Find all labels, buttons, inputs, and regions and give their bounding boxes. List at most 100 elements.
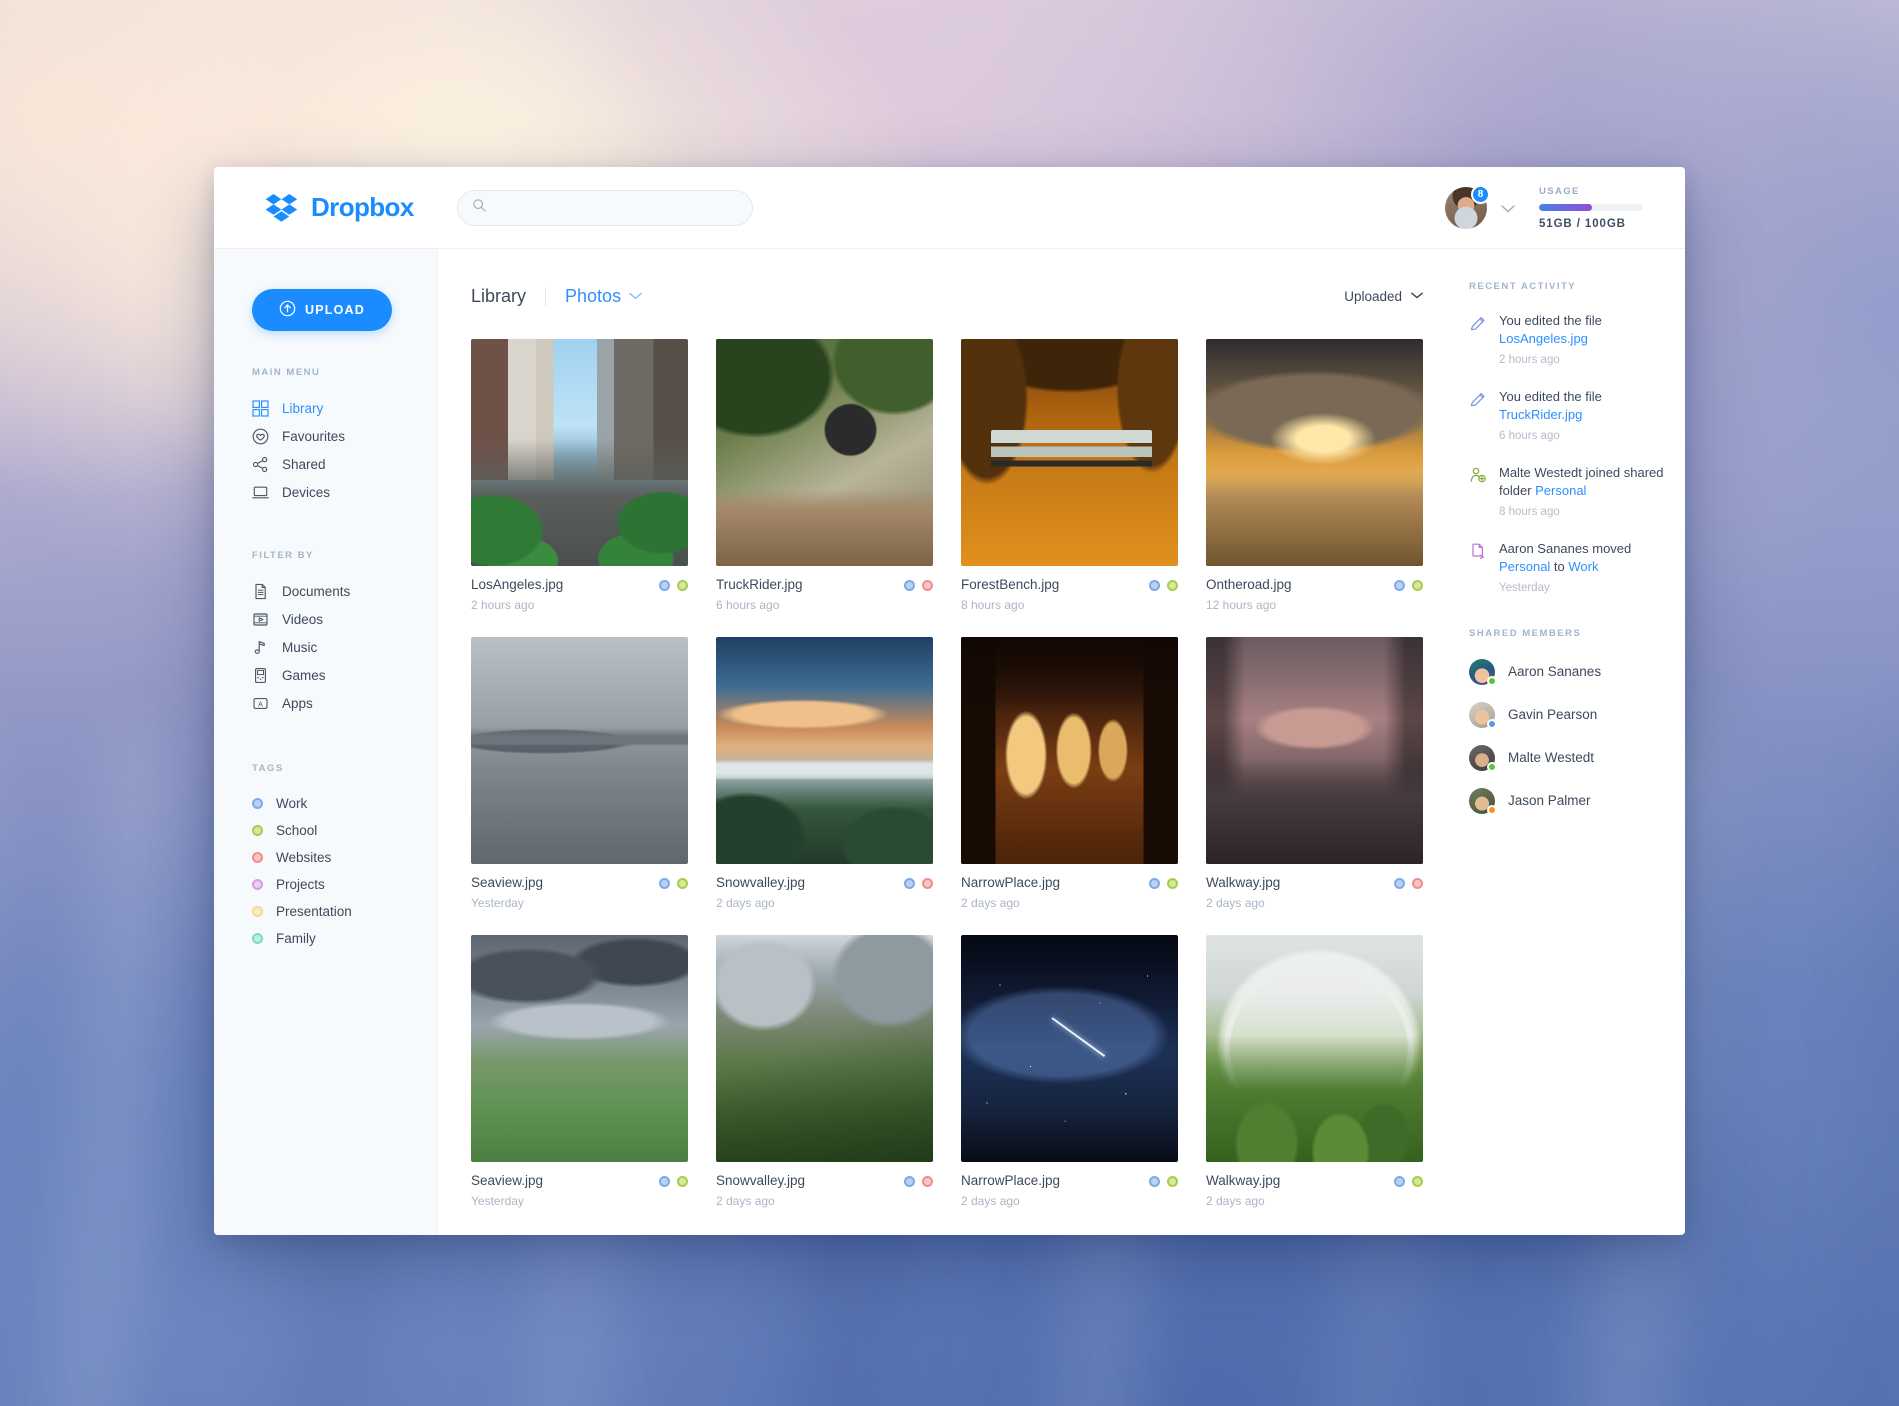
- tag-item-projects[interactable]: Projects: [214, 871, 437, 898]
- tag-label: Work: [276, 796, 308, 811]
- photo-tag-dot[interactable]: [1149, 878, 1160, 889]
- photo-card[interactable]: TruckRider.jpg 6 hours ago: [716, 339, 933, 612]
- photo-tag-dot[interactable]: [1167, 580, 1178, 591]
- account-chevron-down-icon[interactable]: [1501, 201, 1515, 216]
- photo-thumbnail[interactable]: [716, 339, 933, 566]
- photo-tag-dot[interactable]: [1412, 580, 1423, 591]
- photo-thumbnail[interactable]: [961, 935, 1178, 1162]
- photo-card[interactable]: ForestBench.jpg 8 hours ago: [961, 339, 1178, 612]
- filter-item-music[interactable]: Music: [214, 633, 437, 661]
- breadcrumb-root[interactable]: Library: [471, 286, 526, 307]
- account-area: 8 USAGE 51GB / 100GB: [1445, 167, 1643, 249]
- photo-card[interactable]: Snowvalley.jpg 2 days ago: [716, 637, 933, 910]
- sidebar-item-devices[interactable]: Devices: [214, 478, 437, 506]
- activity-link[interactable]: Work: [1568, 559, 1598, 574]
- tag-item-school[interactable]: School: [214, 817, 437, 844]
- photo-tag-dot[interactable]: [1167, 878, 1178, 889]
- photo-card[interactable]: Seaview.jpg Yesterday: [471, 935, 688, 1208]
- photo-tag-dot[interactable]: [659, 1176, 670, 1187]
- photo-thumbnail[interactable]: [471, 637, 688, 864]
- search-box[interactable]: [457, 189, 753, 226]
- filter-item-videos[interactable]: Videos: [214, 605, 437, 633]
- member-avatar: [1469, 658, 1497, 686]
- tag-item-presentation[interactable]: Presentation: [214, 898, 437, 925]
- photo-card[interactable]: Walkway.jpg 2 days ago: [1206, 637, 1423, 910]
- photo-thumbnail[interactable]: [1206, 339, 1423, 566]
- photo-tag-dot[interactable]: [659, 580, 670, 591]
- photo-tag-dot[interactable]: [922, 580, 933, 591]
- activity-link[interactable]: TruckRider.jpg: [1499, 407, 1582, 422]
- member-item[interactable]: Aaron Sananes: [1469, 658, 1685, 686]
- photo-card[interactable]: NarrowPlace.jpg 2 days ago: [961, 935, 1178, 1208]
- photo-tag-dot[interactable]: [1394, 878, 1405, 889]
- activity-link[interactable]: LosAngeles.jpg: [1499, 331, 1588, 346]
- member-item[interactable]: Gavin Pearson: [1469, 701, 1685, 729]
- sidebar-item-label: Devices: [282, 484, 331, 500]
- photo-card[interactable]: NarrowPlace.jpg 2 days ago: [961, 637, 1178, 910]
- photo-thumbnail[interactable]: [961, 339, 1178, 566]
- avatar[interactable]: 8: [1445, 185, 1490, 229]
- search-input[interactable]: [495, 200, 738, 215]
- photo-tag-dot[interactable]: [1412, 878, 1423, 889]
- tag-item-work[interactable]: Work: [214, 790, 437, 817]
- photo-card[interactable]: Walkway.jpg 2 days ago: [1206, 935, 1423, 1208]
- sidebar-item-favourites[interactable]: Favourites: [214, 422, 437, 450]
- member-item[interactable]: Malte Westedt: [1469, 744, 1685, 772]
- sidebar-item-library[interactable]: Library: [214, 394, 437, 422]
- photo-thumbnail[interactable]: [1206, 637, 1423, 864]
- sidebar-item-shared[interactable]: Shared: [214, 450, 437, 478]
- member-status-dot: [1487, 804, 1497, 815]
- photo-tag-dot[interactable]: [904, 1176, 915, 1187]
- breadcrumb-current[interactable]: Photos: [565, 286, 621, 307]
- right-rail: RECENT ACTIVITY You edited the file LosA…: [1457, 281, 1685, 1235]
- activity-body: Malte Westedt joined shared folder Perso…: [1499, 464, 1685, 518]
- photo-tag-dot[interactable]: [1167, 1176, 1178, 1187]
- photo-card[interactable]: LosAngeles.jpg 2 hours ago: [471, 339, 688, 612]
- photo-tag-dot[interactable]: [677, 580, 688, 591]
- filter-item-documents[interactable]: Documents: [214, 577, 437, 605]
- photo-tag-dot[interactable]: [1149, 580, 1160, 591]
- photo-timestamp: 8 hours ago: [961, 598, 1025, 612]
- photo-card[interactable]: Ontheroad.jpg 12 hours ago: [1206, 339, 1423, 612]
- photo-tag-dot[interactable]: [677, 878, 688, 889]
- sort-dropdown[interactable]: Uploaded: [1344, 289, 1423, 304]
- brand-logo[interactable]: Dropbox: [214, 192, 438, 223]
- sidebar: UPLOAD MAIN MENU Library Favourites Shar…: [214, 249, 438, 1235]
- filter-item-games[interactable]: Games: [214, 661, 437, 689]
- tag-item-websites[interactable]: Websites: [214, 844, 437, 871]
- photo-thumbnail[interactable]: [471, 935, 688, 1162]
- laptop-icon: [252, 484, 269, 501]
- photo-thumbnail[interactable]: [716, 637, 933, 864]
- photo-card[interactable]: Seaview.jpg Yesterday: [471, 637, 688, 910]
- photo-thumbnail[interactable]: [471, 339, 688, 566]
- photo-tag-dot[interactable]: [922, 1176, 933, 1187]
- photo-tag-dot[interactable]: [1149, 1176, 1160, 1187]
- photo-filename: ForestBench.jpg: [961, 577, 1060, 592]
- photo-thumbnail[interactable]: [716, 935, 933, 1162]
- photo-tag-dot[interactable]: [904, 580, 915, 591]
- photo-tag-dots: [659, 577, 688, 591]
- photo-tag-dot[interactable]: [1412, 1176, 1423, 1187]
- member-item[interactable]: Jason Palmer: [1469, 787, 1685, 815]
- sort-label: Uploaded: [1344, 288, 1402, 304]
- upload-button[interactable]: UPLOAD: [252, 289, 392, 331]
- activity-link[interactable]: Personal: [1499, 559, 1550, 574]
- filter-item-apps[interactable]: A Apps: [214, 689, 437, 717]
- activity-link[interactable]: Personal: [1535, 483, 1586, 498]
- photo-meta: ForestBench.jpg 8 hours ago: [961, 577, 1178, 612]
- photo-tag-dot[interactable]: [1394, 1176, 1405, 1187]
- photo-tag-dot[interactable]: [1394, 580, 1405, 591]
- photo-tag-dot[interactable]: [659, 878, 670, 889]
- activity-text-part: to: [1550, 559, 1569, 575]
- photo-tag-dots: [904, 875, 933, 889]
- photo-tag-dot[interactable]: [677, 1176, 688, 1187]
- tag-item-family[interactable]: Family: [214, 925, 437, 952]
- photo-thumbnail[interactable]: [1206, 935, 1423, 1162]
- breadcrumb-chevron-down-icon[interactable]: [629, 289, 642, 303]
- photo-thumbnail[interactable]: [961, 637, 1178, 864]
- photo-tag-dot[interactable]: [922, 878, 933, 889]
- usage-text: 51GB / 100GB: [1539, 218, 1626, 230]
- photo-filename: TruckRider.jpg: [716, 577, 803, 592]
- photo-tag-dot[interactable]: [904, 878, 915, 889]
- photo-card[interactable]: Snowvalley.jpg 2 days ago: [716, 935, 933, 1208]
